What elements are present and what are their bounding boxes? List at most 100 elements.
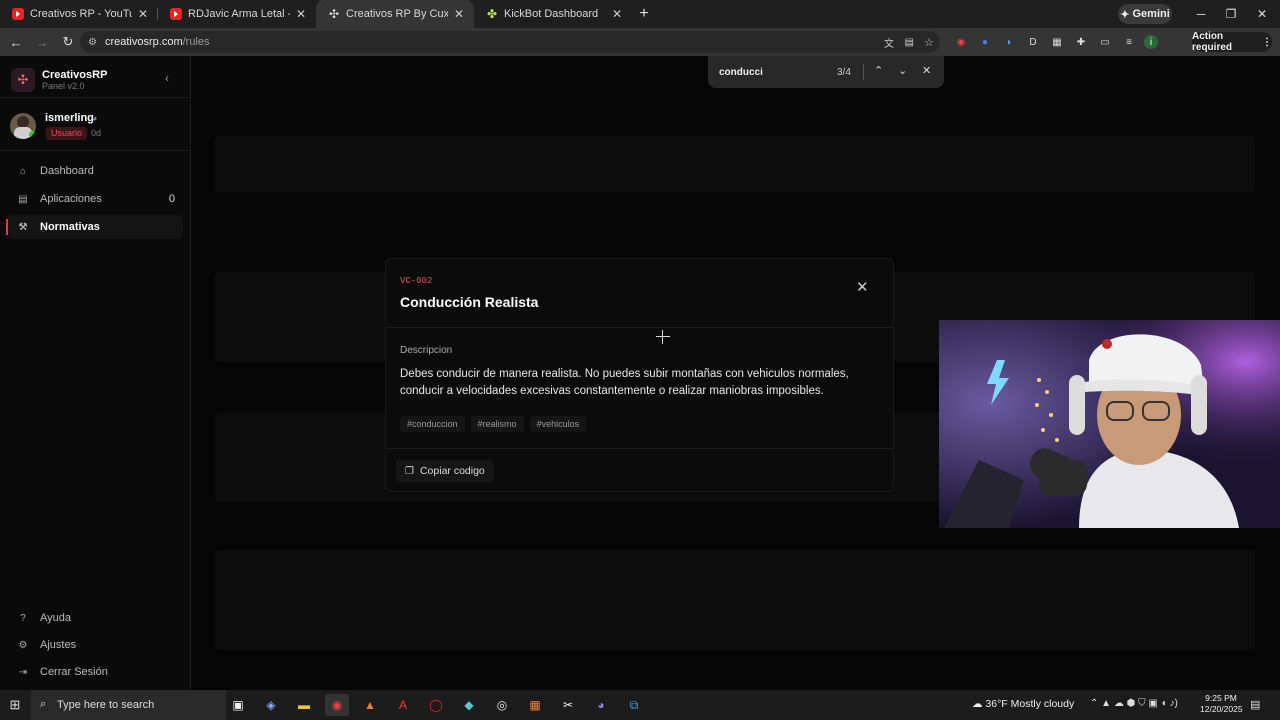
extension-wave-icon[interactable]: ◗ <box>1000 33 1018 51</box>
app-red-a-icon[interactable]: A <box>391 694 415 716</box>
divider <box>0 150 190 151</box>
discord-icon[interactable]: ◕ <box>589 694 613 716</box>
webcam-overlay <box>939 320 1280 528</box>
tab-title: KickBot Dashboard <box>504 8 599 20</box>
help-icon: ? <box>20 612 26 624</box>
find-close-icon[interactable]: ✕ <box>922 64 931 77</box>
gemini-label: Gemini <box>1132 8 1170 20</box>
chrome-icon[interactable]: ◉ <box>325 694 349 716</box>
notification-icon[interactable]: ▤ <box>1250 698 1260 711</box>
sidebar: ✣ CreativosRP Panel v2.0 ‹ ismerling ◕ U… <box>0 56 191 690</box>
extension-grid-icon[interactable]: ▦ <box>1048 33 1066 51</box>
reload-button[interactable]: ↻ <box>56 34 80 50</box>
minimize-button[interactable]: ─ <box>1186 0 1216 28</box>
avatar[interactable] <box>10 113 36 139</box>
capcut-icon[interactable]: ✂ <box>556 694 580 716</box>
tab-youtube-rdjavic[interactable]: RDJavic Arma Letal - Los Civiles ✕ <box>158 0 316 28</box>
close-icon[interactable]: ✕ <box>138 7 148 21</box>
tab-search-icon[interactable]: ▭ <box>1096 33 1114 51</box>
find-next-icon[interactable]: ⌄ <box>898 64 907 77</box>
weather-text: 36°F Mostly cloudy <box>985 698 1075 710</box>
file-explorer-icon[interactable]: ▬ <box>292 694 316 716</box>
find-previous-icon[interactable]: ⌃ <box>874 64 883 77</box>
menu-dots-icon: ⋮ <box>1259 36 1272 48</box>
youtube-icon <box>170 8 182 20</box>
find-bar: conducci 3/4 ⌃ ⌄ ✕ <box>708 56 944 88</box>
maximize-button[interactable]: ❐ <box>1216 0 1246 28</box>
account-age: 0d <box>91 128 102 138</box>
extensions-bar: ◉ ● ◗ D ▦ ✚ ▭ ≡ i <box>952 33 1158 51</box>
app-orange-icon[interactable]: ▲ <box>358 694 382 716</box>
tag: #realismo <box>470 416 524 432</box>
background-card <box>215 550 1255 650</box>
opera-icon[interactable]: ◯ <box>424 694 448 716</box>
collapse-sidebar-icon[interactable]: ‹ <box>165 71 169 85</box>
copilot-icon[interactable]: ◈ <box>259 694 283 716</box>
rule-detail-modal: VC-002 Conducción Realista ✕ Descripcion… <box>385 258 894 492</box>
copy-code-label: Copiar codigo <box>419 465 485 477</box>
close-icon[interactable]: ✕ <box>296 7 306 21</box>
action-required-button[interactable]: Action required ⋮ <box>1192 31 1272 53</box>
new-tab-button[interactable]: + <box>632 5 656 23</box>
vscode-icon[interactable]: ⧉ <box>622 694 646 716</box>
address-bar-row: ← → ↻ ⚙ creativosrp.com/rules 文 ▤ ☆ ◉ ● … <box>0 28 1280 56</box>
url-input[interactable]: ⚙ creativosrp.com/rules 文 ▤ ☆ <box>80 31 940 53</box>
puzzle-icon[interactable]: ✚ <box>1072 33 1090 51</box>
sidebar-item-label: Aplicaciones <box>40 193 102 205</box>
clock[interactable]: 9:25 PM 12/20/2025 <box>1200 693 1243 715</box>
aplicaciones-count: 0 <box>168 193 175 205</box>
kickbot-icon: ✤ <box>486 7 498 21</box>
sidebar-item-ayuda[interactable]: ? Ayuda <box>8 606 183 630</box>
sidebar-item-logout[interactable]: ⇥ Cerrar Sesión <box>8 660 183 684</box>
bookmark-star-icon[interactable]: ☆ <box>924 36 934 49</box>
back-button[interactable]: ← <box>4 35 28 50</box>
search-placeholder: Type here to search <box>57 699 155 711</box>
sidebar-item-label: Dashboard <box>40 165 94 177</box>
tag-list: #conduccion #realismo #vehiculos <box>400 416 587 432</box>
browser-tab-bar: Creativos RP - YouTube ✕ RDJavic Arma Le… <box>0 0 1280 28</box>
role-badge: Usuario <box>46 127 88 140</box>
divider <box>863 64 864 80</box>
tab-kickbot[interactable]: ✤ KickBot Dashboard ✕ <box>474 0 632 28</box>
site-info-icon[interactable]: ⚙ <box>88 37 97 48</box>
extension-red-icon[interactable]: ◉ <box>952 33 970 51</box>
close-icon[interactable]: ✕ <box>856 278 869 296</box>
translate-icon[interactable]: 文 <box>884 35 894 50</box>
taskbar-apps: ▣ ◈ ▬ ◉ ▲ A ◯ ◆ ◎ ▦ ✂ ◕ ⧉ <box>226 694 646 716</box>
divider <box>386 448 893 449</box>
task-view-icon[interactable]: ▣ <box>226 694 250 716</box>
close-icon[interactable]: ✕ <box>454 7 464 21</box>
system-tray-icons[interactable]: ⌃ ▲ ☁ ⬢ ⛉ ▣ ◖ ♪) <box>1090 698 1178 709</box>
sidebar-item-ajustes[interactable]: ⚙ Ajustes <box>8 633 183 657</box>
reader-icon[interactable]: ▤ <box>905 37 914 48</box>
forward-button[interactable]: → <box>30 35 54 50</box>
gemini-button[interactable]: ✦ Gemini <box>1118 4 1172 24</box>
close-icon[interactable]: ✕ <box>612 7 622 21</box>
media-icon[interactable]: ≡ <box>1120 33 1138 51</box>
sidebar-item-normativas[interactable]: ⚒ Normativas <box>6 215 183 239</box>
tab-title: Creativos RP By Cuxial <box>346 8 448 20</box>
window-close-button[interactable]: ✕ <box>1247 0 1277 28</box>
app-box-icon[interactable]: ▦ <box>523 694 547 716</box>
sidebar-item-aplicaciones[interactable]: ▤ Aplicaciones 0 <box>8 187 183 211</box>
tag: #conduccion <box>400 416 465 432</box>
copy-code-button[interactable]: ❐ Copiar codigo <box>396 460 494 482</box>
url-host: creativosrp.com <box>104 36 183 48</box>
divider <box>0 97 190 98</box>
find-input[interactable]: conducci <box>719 67 763 78</box>
extension-d-icon[interactable]: D <box>1024 33 1042 51</box>
crosshair-cursor-icon <box>656 330 670 344</box>
extension-blue-icon[interactable]: ● <box>976 33 994 51</box>
sidebar-item-dashboard[interactable]: ⌂ Dashboard <box>8 159 183 183</box>
gavel-icon: ⚒ <box>18 221 28 233</box>
taskbar-search-input[interactable]: ⌕ Type here to search <box>31 690 226 720</box>
obs-icon[interactable]: ◎ <box>490 694 514 716</box>
app-teal-icon[interactable]: ◆ <box>457 694 481 716</box>
windows-start-icon[interactable]: ⊞ <box>0 697 30 713</box>
profile-icon[interactable]: i <box>1144 35 1158 49</box>
sidebar-item-label: Ayuda <box>40 612 71 624</box>
weather-widget[interactable]: ☁ 36°F Mostly cloudy <box>972 698 1074 710</box>
tab-youtube-creativos[interactable]: Creativos RP - YouTube ✕ <box>0 0 158 28</box>
url-path: /rules <box>182 36 210 48</box>
tab-creativos-rp[interactable]: ✣ Creativos RP By Cuxial ✕ <box>316 0 474 28</box>
